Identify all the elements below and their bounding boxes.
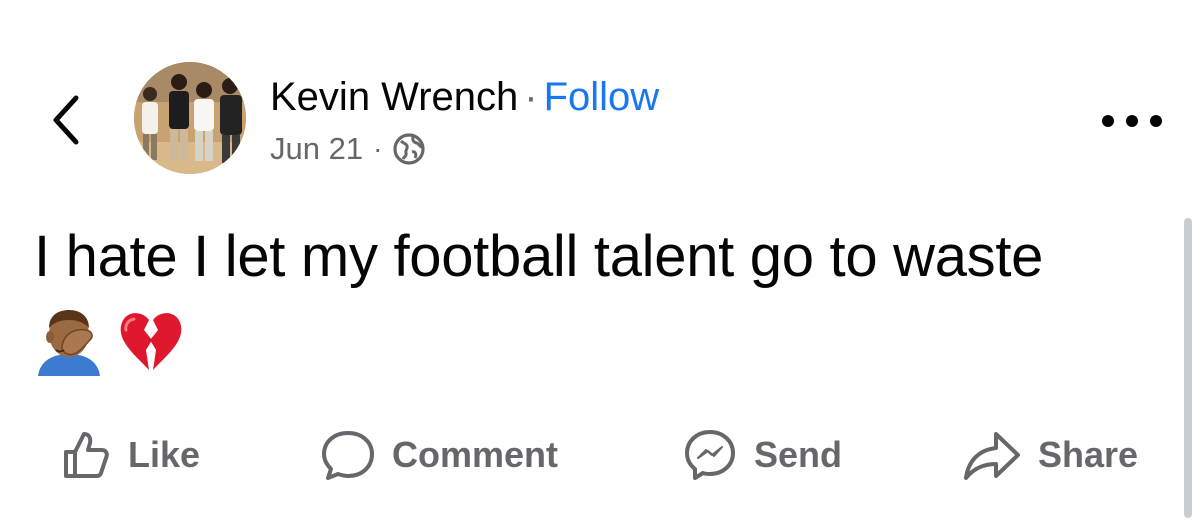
send-label: Send — [754, 434, 843, 475]
more-dot — [1150, 115, 1162, 127]
avatar[interactable] — [134, 62, 246, 174]
post-emojis — [34, 306, 186, 376]
post-meta: Jun 21 · — [270, 130, 426, 168]
more-horizontal-icon — [1102, 115, 1114, 127]
post-header-title: Kevin Wrench · Follow — [270, 74, 659, 120]
post-action-bar: Like Comment Send Share — [0, 420, 1200, 490]
post-date[interactable]: Jun 21 — [270, 130, 363, 168]
messenger-icon — [685, 430, 735, 480]
thumbs-up-icon — [64, 432, 109, 478]
back-button[interactable] — [46, 92, 86, 148]
author-name[interactable]: Kevin Wrench — [270, 75, 518, 119]
profile-photo — [134, 62, 246, 174]
more-options-button[interactable] — [1102, 108, 1162, 134]
like-button[interactable]: Like — [58, 420, 200, 490]
globe-icon — [393, 133, 426, 165]
meta-separator: · — [373, 133, 383, 164]
share-arrow-icon — [964, 432, 1020, 480]
title-separator: · — [524, 75, 538, 119]
face-palm-emoji — [38, 310, 100, 376]
like-label: Like — [128, 434, 201, 475]
broken-heart-emoji — [120, 313, 182, 370]
more-dot — [1126, 115, 1138, 127]
comment-label: Comment — [392, 434, 559, 475]
comment-icon — [322, 431, 374, 480]
share-button[interactable]: Share — [962, 420, 1138, 490]
post-text: I hate I let my football talent go to wa… — [34, 224, 1044, 289]
follow-button[interactable]: Follow — [544, 75, 660, 119]
share-label: Share — [1038, 434, 1139, 475]
send-button[interactable]: Send — [682, 420, 842, 490]
chevron-left-icon — [53, 95, 79, 145]
comment-button[interactable]: Comment — [320, 420, 558, 490]
